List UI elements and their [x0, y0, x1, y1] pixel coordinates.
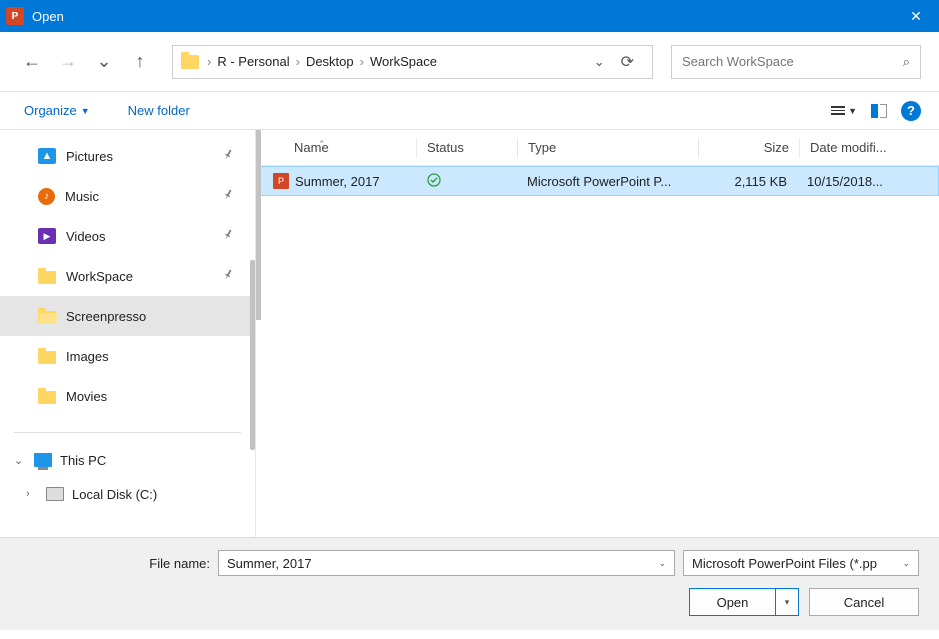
- file-list: Name ⌃ Status Type Size Date modifi... P…: [255, 130, 939, 537]
- refresh-button[interactable]: ⟳: [611, 52, 644, 72]
- sort-indicator-icon: ⌃: [318, 139, 326, 150]
- breadcrumb-segment[interactable]: WorkSpace: [366, 54, 441, 69]
- breadcrumb-segment[interactable]: Desktop: [302, 54, 358, 69]
- file-status: [417, 173, 517, 190]
- open-label: Open: [717, 595, 749, 610]
- sidebar-item-label: Videos: [66, 229, 106, 244]
- folder-open-icon: [38, 311, 56, 324]
- search-input[interactable]: [682, 54, 903, 69]
- back-button[interactable]: ←: [18, 48, 46, 76]
- file-row[interactable]: P Summer, 2017 Microsoft PowerPoint P...2,…: [256, 166, 939, 196]
- filter-label: Microsoft PowerPoint Files (*.pp: [692, 556, 902, 571]
- window-title: Open: [32, 9, 893, 24]
- open-dropdown[interactable]: ▾: [775, 588, 799, 616]
- sidebar-item-this-pc[interactable]: ⌄ This PC: [0, 443, 255, 477]
- scrollbar[interactable]: [256, 130, 261, 320]
- sidebar-item-label: Screenpresso: [66, 309, 146, 324]
- footer: File name: Summer, 2017 ⌄ Microsoft Powe…: [0, 537, 939, 630]
- new-folder-label: New folder: [128, 103, 190, 118]
- sidebar-item-label: WorkSpace: [66, 269, 133, 284]
- pin-icon: [218, 267, 236, 286]
- sidebar-item-pictures[interactable]: ▲ Pictures: [0, 136, 255, 176]
- forward-button[interactable]: →: [54, 48, 82, 76]
- cancel-button[interactable]: Cancel: [809, 588, 919, 616]
- open-button[interactable]: Open ▾: [689, 588, 799, 616]
- sidebar-item-screenpresso[interactable]: Screenpresso: [0, 296, 255, 336]
- titlebar: P Open ✕: [0, 0, 939, 32]
- chevron-right-icon[interactable]: ›: [26, 488, 38, 500]
- column-headers: Name ⌃ Status Type Size Date modifi...: [256, 130, 939, 166]
- recent-dropdown[interactable]: ⌄: [90, 48, 118, 76]
- organize-label: Organize: [24, 103, 77, 118]
- pin-icon: [218, 187, 236, 206]
- filename-input[interactable]: Summer, 2017 ⌄: [218, 550, 675, 576]
- file-type: Microsoft PowerPoint P...: [517, 174, 697, 189]
- chevron-down-icon[interactable]: ⌄: [902, 558, 910, 569]
- view-mode-button[interactable]: ▼: [831, 106, 857, 116]
- help-button[interactable]: ?: [901, 101, 921, 121]
- preview-pane-button[interactable]: [871, 104, 887, 118]
- sidebar-item-videos[interactable]: ▶ Videos: [0, 216, 255, 256]
- filename-value: Summer, 2017: [227, 556, 658, 571]
- address-bar[interactable]: › R - Personal › Desktop › WorkSpace ⌄ ⟳: [172, 45, 653, 79]
- chevron-right-icon[interactable]: ›: [294, 54, 302, 69]
- folder-icon: [38, 271, 56, 284]
- organize-button[interactable]: Organize ▼: [18, 99, 96, 122]
- sidebar-item-label: Movies: [66, 389, 107, 404]
- search-box[interactable]: ⌕: [671, 45, 921, 79]
- column-size[interactable]: Size: [699, 140, 799, 155]
- cancel-label: Cancel: [844, 595, 884, 610]
- pc-icon: [34, 453, 52, 467]
- pin-icon: [218, 227, 236, 246]
- sidebar-item-label: Images: [66, 349, 109, 364]
- folder-icon: [181, 55, 199, 69]
- breadcrumb-segment[interactable]: R - Personal: [213, 54, 293, 69]
- powerpoint-icon: P: [273, 173, 289, 189]
- close-button[interactable]: ✕: [893, 0, 939, 32]
- filename-label: File name:: [20, 556, 210, 571]
- chevron-down-icon[interactable]: ⌄: [14, 454, 26, 467]
- sidebar-item-images[interactable]: Images: [0, 336, 255, 376]
- videos-icon: ▶: [38, 228, 56, 244]
- new-folder-button[interactable]: New folder: [122, 99, 196, 122]
- file-date: 10/15/2018...: [797, 174, 938, 189]
- folder-icon: [38, 391, 56, 404]
- file-size: 2,115 KB: [697, 174, 797, 189]
- list-icon: [831, 106, 845, 115]
- chevron-down-icon: ▾: [785, 597, 790, 608]
- search-icon[interactable]: ⌕: [903, 54, 910, 70]
- sidebar-item-music[interactable]: ♪ Music: [0, 176, 255, 216]
- sidebar-item-label: Local Disk (C:): [72, 487, 157, 502]
- separator: [14, 432, 241, 433]
- column-status[interactable]: Status: [417, 140, 517, 155]
- sidebar-item-movies[interactable]: Movies: [0, 376, 255, 416]
- app-icon: P: [6, 7, 24, 25]
- column-type[interactable]: Type: [518, 140, 698, 155]
- chevron-right-icon[interactable]: ›: [358, 54, 366, 69]
- pictures-icon: ▲: [38, 148, 56, 164]
- chevron-down-icon: ▼: [848, 106, 857, 116]
- music-icon: ♪: [38, 188, 55, 205]
- folder-icon: [38, 351, 56, 364]
- chevron-down-icon: ▼: [81, 106, 90, 116]
- toolbar: Organize ▼ New folder ▼ ?: [0, 92, 939, 130]
- chevron-right-icon[interactable]: ›: [205, 54, 213, 69]
- address-dropdown[interactable]: ⌄: [588, 54, 611, 70]
- chevron-down-icon[interactable]: ⌄: [658, 558, 666, 569]
- sidebar: ▲ Pictures ♪ Music ▶ Videos WorkSpace Screenpre…: [0, 130, 255, 537]
- sidebar-item-local-disk[interactable]: › Local Disk (C:): [0, 477, 255, 511]
- navbar: ← → ⌄ ↑ › R - Personal › Desktop › WorkS…: [0, 32, 939, 92]
- column-name[interactable]: Name ⌃: [256, 140, 416, 155]
- file-type-filter[interactable]: Microsoft PowerPoint Files (*.pp ⌄: [683, 550, 919, 576]
- up-button[interactable]: ↑: [126, 48, 154, 76]
- pin-icon: [218, 147, 236, 166]
- column-date[interactable]: Date modifi...: [800, 140, 939, 155]
- sidebar-item-label: Pictures: [66, 149, 113, 164]
- sidebar-item-workspace[interactable]: WorkSpace: [0, 256, 255, 296]
- file-name: Summer, 2017: [295, 174, 380, 189]
- sidebar-item-label: Music: [65, 189, 99, 204]
- sidebar-item-label: This PC: [60, 453, 106, 468]
- disk-icon: [46, 487, 64, 501]
